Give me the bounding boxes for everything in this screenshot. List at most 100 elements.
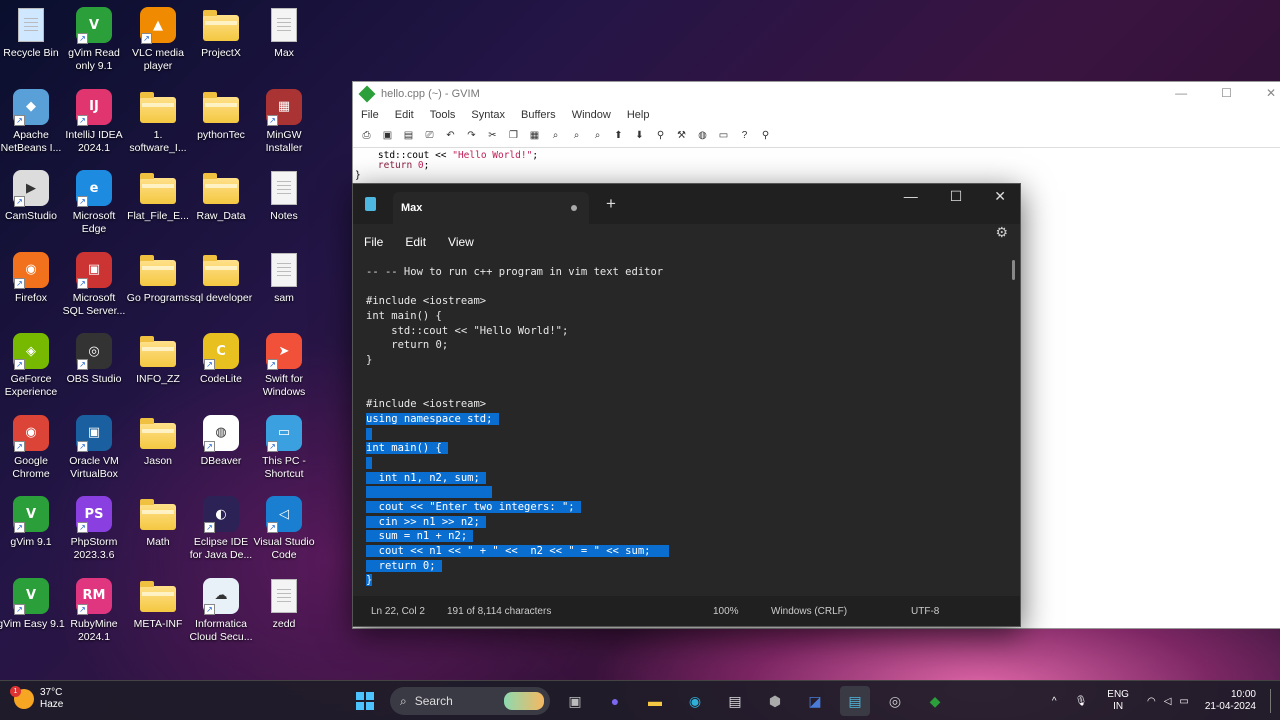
wifi-icon[interactable]: ◠ [1147, 696, 1156, 707]
desktop-icon[interactable]: sql developer [190, 251, 252, 305]
app-hexagon-icon[interactable]: ⬢ [760, 686, 790, 716]
desktop-icon[interactable]: META-INF [127, 577, 189, 631]
redo-icon[interactable]: ↷ [464, 128, 479, 143]
print-icon[interactable]: ⎚ [422, 128, 437, 143]
desktop-icon[interactable]: V ↗ gVim Read only 9.1 [63, 6, 125, 73]
vertical-scrollbar[interactable] [1012, 260, 1015, 280]
status-line-endings[interactable]: Windows (CRLF) [771, 606, 847, 617]
volume-icon[interactable]: ◁ [1164, 696, 1172, 707]
desktop-icon[interactable]: 1. software_I... [127, 88, 189, 155]
unsaved-dot-icon[interactable] [571, 205, 577, 211]
desktop-icon[interactable]: zedd [253, 577, 315, 631]
desktop-icon[interactable]: ◁ ↗ Visual Studio Code [253, 495, 315, 562]
gvim-menu-syntax[interactable]: Syntax [471, 109, 505, 121]
taskbar-search[interactable]: ⌕ Search [390, 687, 550, 715]
edge-icon[interactable]: ◉ [680, 686, 710, 716]
obs-taskbar-icon[interactable]: ◎ [880, 686, 910, 716]
maximize-icon[interactable]: ☐ [950, 188, 963, 205]
desktop-icon[interactable]: ◉ ↗ Google Chrome [0, 414, 62, 481]
maximize-icon[interactable]: ☐ [1221, 86, 1232, 100]
notepad-menu-file[interactable]: File [364, 235, 383, 249]
desktop-icon[interactable]: pythonTec [190, 88, 252, 142]
gvim-menu-file[interactable]: File [361, 109, 379, 121]
shell-icon[interactable]: ◍ [695, 128, 710, 143]
microphone-icon[interactable]: 🎙 [1075, 696, 1088, 707]
visual-studio-icon[interactable]: ◪ [800, 686, 830, 716]
desktop-icon[interactable]: V ↗ gVim 9.1 [0, 495, 62, 549]
close-icon[interactable]: ✕ [994, 188, 1006, 205]
desktop-icon[interactable]: RM ↗ RubyMine 2024.1 [63, 577, 125, 644]
save-icon[interactable]: ▣ [380, 128, 395, 143]
run-script-icon[interactable]: ⚲ [653, 128, 668, 143]
gvim-menu-window[interactable]: Window [572, 109, 611, 121]
desktop-icon[interactable]: ◆ ↗ Apache NetBeans I... [0, 88, 62, 155]
desktop-icon[interactable]: ☁ ↗ Informatica Cloud Secu... [189, 577, 253, 644]
desktop-icon[interactable]: Notes [253, 169, 315, 223]
gvim-menu-help[interactable]: Help [627, 109, 650, 121]
desktop-icon[interactable]: Raw_Data [190, 169, 252, 223]
desktop-icon[interactable]: ▭ ↗ This PC - Shortcut [253, 414, 315, 481]
desktop-icon[interactable]: C ↗ CodeLite [190, 332, 252, 386]
show-desktop-button[interactable] [1270, 689, 1274, 713]
language-indicator[interactable]: ENG IN [1107, 689, 1129, 713]
desktop-icon[interactable]: Math [127, 495, 189, 549]
notepad-menu-view[interactable]: View [448, 235, 474, 249]
desktop-icon[interactable]: ▶ ↗ CamStudio [0, 169, 62, 223]
save-session-icon[interactable]: ⬇ [632, 128, 647, 143]
find-next-icon[interactable]: ⌕ [569, 128, 584, 143]
file-explorer-icon[interactable]: ▬ [640, 686, 670, 716]
desktop-icon[interactable]: ProjectX [190, 6, 252, 60]
minimize-icon[interactable]: — [904, 188, 918, 205]
gvim-menu-buffers[interactable]: Buffers [521, 109, 556, 121]
clock[interactable]: 10:00 21-04-2024 [1205, 689, 1256, 713]
paste-icon[interactable]: ▦ [527, 128, 542, 143]
status-encoding[interactable]: UTF-8 [911, 606, 939, 617]
save-all-icon[interactable]: ▤ [401, 128, 416, 143]
find-help-icon[interactable]: ⚲ [758, 128, 773, 143]
find-prev-icon[interactable]: ⌕ [590, 128, 605, 143]
desktop-icon[interactable]: Go Programs [127, 251, 189, 305]
teams-chat-icon[interactable]: ● [600, 686, 630, 716]
task-view-icon[interactable]: ▣ [560, 686, 590, 716]
start-button[interactable] [350, 686, 380, 716]
weather-widget[interactable]: 1 37°C Haze [10, 686, 63, 711]
desktop-icon[interactable]: sam [253, 251, 315, 305]
desktop-icon[interactable]: ◐ ↗ Eclipse IDE for Java De... [190, 495, 252, 562]
status-zoom[interactable]: 100% [713, 606, 739, 617]
desktop-icon[interactable]: IJ ↗ IntelliJ IDEA 2024.1 [63, 88, 125, 155]
desktop-icon[interactable]: Flat_File_E... [127, 169, 189, 223]
desktop-icon[interactable]: ▦ ↗ MinGW Installer [253, 88, 315, 155]
notepad-window[interactable]: Max + — ☐ ✕ File Edit View ⚙ -- -- How t… [352, 183, 1021, 627]
make-icon[interactable]: ⚒ [674, 128, 689, 143]
new-tab-icon[interactable]: + [606, 194, 616, 214]
open-icon[interactable]: ⎙ [359, 128, 374, 143]
notepad-tab[interactable]: Max [393, 192, 589, 224]
desktop-icon[interactable]: Recycle Bin [0, 6, 62, 60]
notepad-taskbar-icon[interactable]: ▤ [840, 686, 870, 716]
cut-icon[interactable]: ✂ [485, 128, 500, 143]
desktop-icon[interactable]: ▲ ↗ VLC media player [127, 6, 189, 73]
gvim-taskbar-icon[interactable]: ◆ [920, 686, 950, 716]
desktop-icon[interactable]: PS ↗ PhpStorm 2023.3.6 [63, 495, 125, 562]
load-session-icon[interactable]: ⬆ [611, 128, 626, 143]
undo-icon[interactable]: ↶ [443, 128, 458, 143]
minimize-icon[interactable]: — [1175, 86, 1187, 100]
show-hidden-icons[interactable]: ^ [1052, 696, 1057, 707]
desktop-icon[interactable]: ◍ ↗ DBeaver [190, 414, 252, 468]
notepad-text-area[interactable]: -- -- How to run c++ program in vim text… [353, 260, 1020, 596]
desktop-icon[interactable]: ◎ ↗ OBS Studio [63, 332, 125, 386]
gvim-menu-tools[interactable]: Tools [430, 109, 456, 121]
desktop-icon[interactable]: ➤ ↗ Swift for Windows [253, 332, 315, 399]
find-replace-icon[interactable]: ⌕ [548, 128, 563, 143]
gvim-title-bar[interactable]: hello.cpp (~) - GVIM — ☐ ✕ [353, 82, 1280, 106]
desktop-icon[interactable]: ◉ ↗ Firefox [0, 251, 62, 305]
desktop-icon[interactable]: V ↗ gVim Easy 9.1 [0, 577, 65, 631]
tag-icon[interactable]: ▭ [716, 128, 731, 143]
close-icon[interactable]: ✕ [1266, 86, 1276, 100]
gvim-menu-edit[interactable]: Edit [395, 109, 414, 121]
desktop-icon[interactable]: INFO_ZZ [127, 332, 189, 386]
desktop-icon[interactable]: ▣ ↗ Oracle VM VirtualBox [63, 414, 125, 481]
store-icon[interactable]: ▤ [720, 686, 750, 716]
copy-icon[interactable]: ❐ [506, 128, 521, 143]
battery-icon[interactable]: ▭ [1179, 696, 1188, 707]
